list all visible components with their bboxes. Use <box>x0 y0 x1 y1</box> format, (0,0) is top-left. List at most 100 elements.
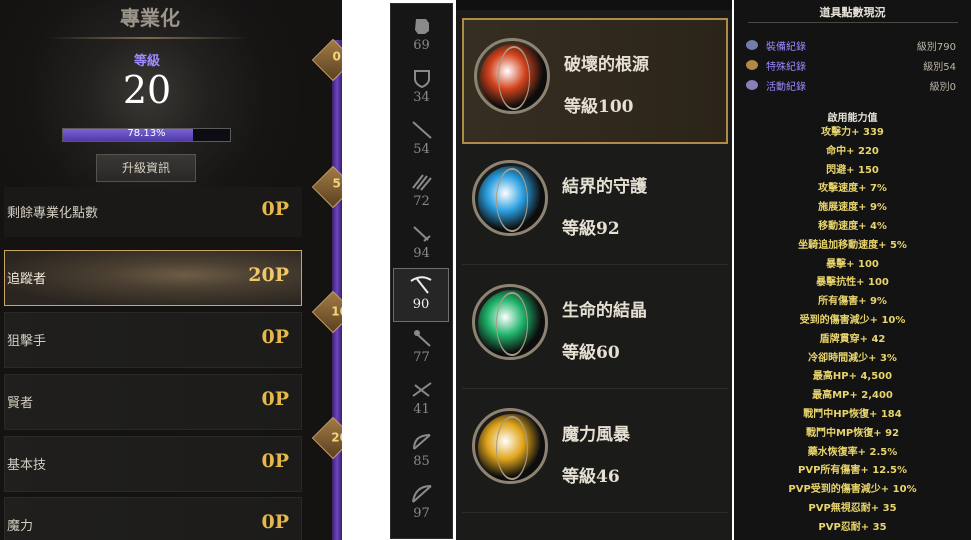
tier-badge-label: 0 <box>332 49 341 64</box>
level-progress-bar: 78.13% <box>62 128 231 142</box>
activity-record-icon <box>746 80 758 90</box>
record-value: 級別790 <box>916 42 956 53</box>
gem-list: 破壞的根源 等級100 結界的守護 等級92 生命的結晶 等級60 魔力風暴 等… <box>456 0 732 540</box>
blue-orb-icon <box>472 160 548 236</box>
remaining-points-row: 剩餘專業化點數 0P <box>4 187 302 237</box>
stat-line: 冷卻時間減少+ 3% <box>808 352 897 364</box>
row-points: 0P <box>261 511 289 533</box>
gem-level: 等級100 <box>564 97 634 117</box>
bow-icon <box>412 434 431 450</box>
tier-rail <box>332 40 342 540</box>
weapon-scythe[interactable]: 90 <box>393 268 449 322</box>
spec-row-sage[interactable]: 賢者 0P <box>4 374 302 430</box>
stat-line: 暴擊+ 100 <box>826 258 879 270</box>
weapon-value: 77 <box>413 350 430 365</box>
weapon-value: 41 <box>413 402 430 417</box>
panel-title: 專業化 <box>120 6 180 30</box>
tier-badge-label: 20 <box>331 430 342 445</box>
tier-badge-label: 10 <box>331 304 342 319</box>
upgrade-info-button[interactable]: 升級資訊 <box>96 154 196 182</box>
weapon-spear[interactable]: 54 <box>393 114 450 164</box>
title-ornament <box>48 37 248 39</box>
weapon-bow[interactable]: 85 <box>393 426 450 476</box>
record-value: 級別0 <box>929 82 956 93</box>
equipment-record-row[interactable]: 裝備紀錄 級別790 <box>746 38 956 54</box>
weapon-value: 94 <box>413 246 430 261</box>
level-label: 等級 <box>133 54 160 69</box>
gem-level: 等級60 <box>562 343 620 363</box>
item-points-panel: 道具點數現況 裝備紀錄 級別790 特殊紀錄 級別54 活動紀錄 級別0 啟用能… <box>734 0 971 540</box>
row-points: 0P <box>261 388 289 410</box>
gem-name: 魔力風暴 <box>562 425 630 445</box>
tier-badge-0: 0 <box>311 38 342 82</box>
sword-icon <box>412 226 431 242</box>
stat-line: 盾牌貫穿+ 42 <box>819 333 886 345</box>
gem-item-life[interactable]: 生命的結晶 等級60 <box>462 266 728 389</box>
row-points: 0P <box>261 450 289 472</box>
weapon-claw[interactable]: 72 <box>393 166 450 216</box>
gold-orb-icon <box>472 408 548 484</box>
stat-line: 戰鬥中HP恢復+ 184 <box>803 408 902 420</box>
stat-line: 命中+ 220 <box>826 145 879 157</box>
row-label: 追蹤者 <box>7 272 47 287</box>
tier-badge-10: 10 <box>311 290 342 334</box>
spec-row-magic[interactable]: 魔力 0P <box>4 497 302 540</box>
stat-line: 閃避+ 150 <box>826 164 879 176</box>
level-value: 20 <box>122 68 172 112</box>
stat-line: 最高HP+ 4,500 <box>812 371 893 383</box>
special-record-row[interactable]: 特殊紀錄 級別54 <box>746 58 956 74</box>
weapon-value: 97 <box>413 506 430 521</box>
gem-name: 破壞的根源 <box>564 55 649 75</box>
row-label: 賢者 <box>7 396 34 411</box>
stat-line: PVP受到的傷害減少+ 10% <box>788 484 917 496</box>
weapon-value: 85 <box>413 454 430 469</box>
weapon-gauntlet[interactable]: 69 <box>393 10 450 60</box>
weapon-longbow[interactable]: 97 <box>393 478 450 528</box>
tier-badge-20: 20 <box>311 416 342 460</box>
green-orb-icon <box>472 284 548 360</box>
scythe-icon <box>410 276 432 294</box>
gem-item-barrier[interactable]: 結界的守護 等級92 <box>462 142 728 265</box>
gem-item-destruction[interactable]: 破壞的根源 等級100 <box>462 18 728 144</box>
stat-line: 所有傷害+ 9% <box>818 296 887 308</box>
gem-list-topbar <box>456 0 732 10</box>
stat-line: 戰鬥中MP恢復+ 92 <box>805 427 900 439</box>
specialization-header: 專業化 等級 20 78.13% 升級資訊 <box>0 0 300 190</box>
weapon-value: 69 <box>413 38 430 53</box>
spec-row-tracker[interactable]: 追蹤者 20P <box>4 250 302 306</box>
tier-badge-5: 5 <box>311 165 342 209</box>
gem-item-storm[interactable]: 魔力風暴 等級46 <box>462 390 728 513</box>
title-divider <box>748 22 958 23</box>
specialization-panel: 專業化 等級 20 78.13% 升級資訊 0 5 10 20 剩餘專業化點數 … <box>0 0 342 540</box>
stat-line: 受到的傷害減少+ 10% <box>799 314 906 326</box>
tier-badge-label: 5 <box>332 176 341 191</box>
gauntlet-icon <box>414 19 429 34</box>
gem-name: 生命的結晶 <box>562 301 647 321</box>
shield-icon <box>413 70 430 88</box>
weapon-value: 72 <box>413 194 430 209</box>
crossbow-icon <box>411 382 432 397</box>
stat-line: 坐騎追加移動速度+ 5% <box>798 239 907 251</box>
stat-line: 攻擊力+ 339 <box>821 127 884 138</box>
row-label: 狙擊手 <box>7 334 47 349</box>
weapon-crossbow[interactable]: 41 <box>393 374 450 424</box>
row-label: 基本技 <box>7 458 47 473</box>
item-points-title: 道具點數現況 <box>819 6 886 19</box>
stat-line: 最高MP+ 2,400 <box>812 390 893 402</box>
activity-record-row[interactable]: 活動紀錄 級別0 <box>746 78 956 94</box>
weapon-value: 34 <box>413 90 430 105</box>
gem-level: 等級92 <box>562 219 620 239</box>
row-points: 20P <box>248 264 289 286</box>
weapon-staff[interactable]: 77 <box>393 322 450 372</box>
weapon-shield[interactable]: 34 <box>393 62 450 112</box>
row-label: 剩餘專業化點數 <box>7 206 99 221</box>
spec-row-basic-skill[interactable]: 基本技 0P <box>4 436 302 492</box>
weapon-sword[interactable]: 94 <box>393 218 450 268</box>
weapon-strip: 69 34 54 72 94 90 77 41 85 97 <box>390 3 453 539</box>
spec-row-sniper[interactable]: 狙擊手 0P <box>4 312 302 368</box>
special-record-icon <box>746 60 758 70</box>
longbow-icon <box>411 485 432 503</box>
record-label: 特殊紀錄 <box>766 62 806 73</box>
record-label: 活動紀錄 <box>766 82 806 93</box>
spear-icon <box>411 121 432 139</box>
